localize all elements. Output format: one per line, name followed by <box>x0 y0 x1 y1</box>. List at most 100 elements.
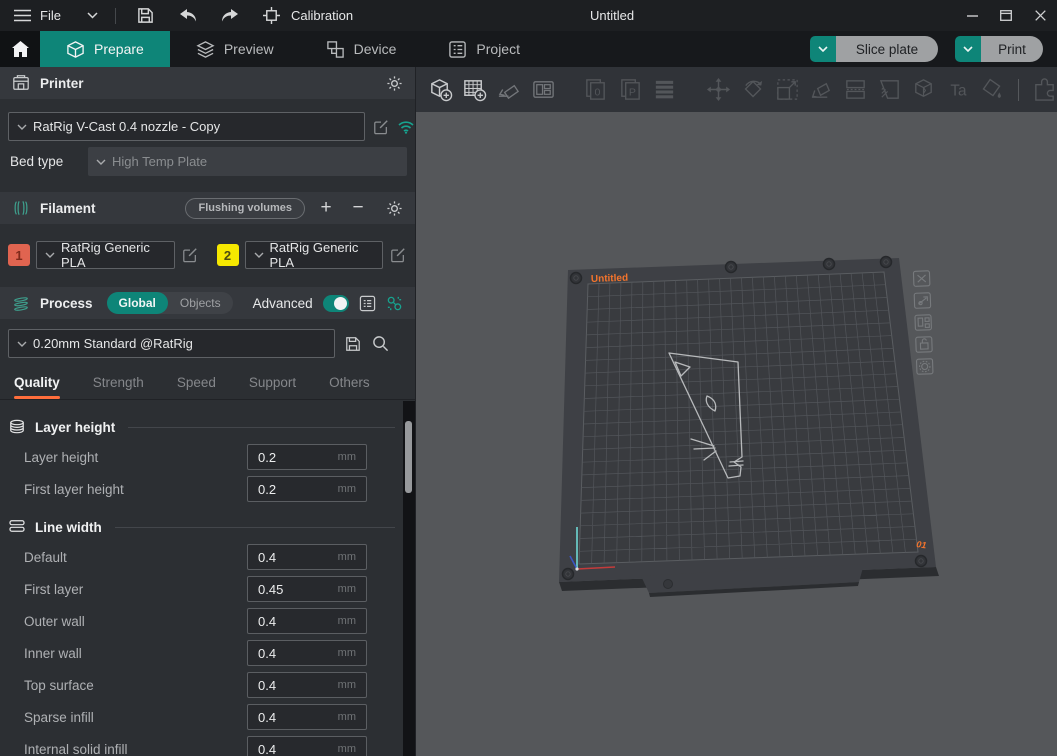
add-object-icon[interactable] <box>428 77 453 103</box>
maximize-button[interactable] <box>989 0 1023 31</box>
assembly-view-icon[interactable] <box>1032 77 1057 103</box>
split-to-parts-icon[interactable]: P <box>617 77 642 103</box>
printer-settings-gear-icon[interactable] <box>385 74 403 92</box>
printer-icon <box>12 74 30 92</box>
close-button[interactable] <box>1023 0 1057 31</box>
place-on-face-icon[interactable] <box>809 77 834 103</box>
minimize-button[interactable] <box>955 0 989 31</box>
redo-icon[interactable] <box>218 4 242 28</box>
scrollbar-thumb[interactable] <box>405 421 412 493</box>
edit-filament-2-icon[interactable] <box>389 246 407 264</box>
inner-wall-line-width-input[interactable]: 0.4mm <box>247 640 367 666</box>
orient-plate-icon[interactable] <box>914 293 931 309</box>
split-to-objects-icon[interactable]: 0 <box>583 77 608 103</box>
section-title: Line width <box>35 520 102 535</box>
advanced-label: Advanced <box>253 296 313 311</box>
home-button[interactable] <box>0 31 40 67</box>
tab-support[interactable]: Support <box>249 375 296 399</box>
save-icon[interactable] <box>134 4 158 28</box>
process-preset-dropdown[interactable]: 0.20mm Standard @RatRig <box>8 329 335 358</box>
advanced-toggle[interactable] <box>323 295 349 312</box>
add-plate-icon[interactable] <box>462 77 487 103</box>
plate-settings-gear-icon[interactable] <box>916 359 933 375</box>
bed-type-label: Bed type <box>8 154 76 169</box>
undo-icon[interactable] <box>176 4 200 28</box>
file-menu-chevron-icon[interactable] <box>81 4 105 28</box>
printer-preset-dropdown[interactable]: RatRig V-Cast 0.4 nozzle - Copy <box>8 112 365 141</box>
bed-type-dropdown[interactable]: High Temp Plate <box>88 147 407 176</box>
internal-solid-infill-line-width-input[interactable]: 0.4mm <box>247 736 367 756</box>
setting-row: Default 0.4mm <box>0 541 403 573</box>
paint-support-icon[interactable] <box>877 77 902 103</box>
tab-prepare[interactable]: Prepare <box>40 31 170 67</box>
search-settings-icon[interactable] <box>371 335 389 353</box>
settings-scrollbar[interactable] <box>403 401 415 756</box>
edit-filament-1-icon[interactable] <box>181 246 199 264</box>
process-icon <box>12 294 30 312</box>
first-layer-line-width-input[interactable]: 0.45mm <box>247 576 367 602</box>
filament-1-preset-dropdown[interactable]: RatRig Generic PLA <box>36 241 175 269</box>
filament-2-preset-value: RatRig Generic PLA <box>270 240 375 270</box>
filament-2-preset-dropdown[interactable]: RatRig Generic PLA <box>245 241 384 269</box>
file-menu[interactable]: File <box>40 8 61 23</box>
slice-plate-button[interactable]: Slice plate <box>836 36 938 62</box>
tab-preview[interactable]: Preview <box>170 31 300 67</box>
edit-printer-preset-icon[interactable] <box>373 118 389 136</box>
move-icon[interactable] <box>706 77 731 103</box>
parameter-search-icon[interactable] <box>386 294 403 312</box>
tab-others[interactable]: Others <box>329 375 370 399</box>
print-button[interactable]: Print <box>981 36 1043 62</box>
auto-orient-icon[interactable] <box>496 77 521 103</box>
filament-1-badge[interactable]: 1 <box>8 244 30 266</box>
titlebar: File Calibration Untitled <box>0 0 1057 31</box>
outer-wall-line-width-input[interactable]: 0.4mm <box>247 608 367 634</box>
printer-connection-wifi-icon[interactable] <box>397 118 415 136</box>
color-paint-icon[interactable] <box>980 77 1005 103</box>
tab-quality[interactable]: Quality <box>14 375 60 399</box>
tab-speed[interactable]: Speed <box>177 375 216 399</box>
plate-name-label[interactable]: Untitled <box>591 273 629 285</box>
variable-layer-height-icon[interactable] <box>652 77 677 103</box>
device-icon <box>326 40 345 59</box>
setting-row: First layer 0.45mm <box>0 573 403 605</box>
viewport-3d[interactable]: Untitled 01 <box>415 112 1057 756</box>
scope-global-option[interactable]: Global <box>107 292 168 314</box>
setting-row: Internal solid infill 0.4mm <box>0 733 403 756</box>
tab-project[interactable]: Project <box>422 31 546 67</box>
tab-device[interactable]: Device <box>300 31 423 67</box>
menu-hamburger-icon[interactable] <box>10 4 34 28</box>
scope-objects-option[interactable]: Objects <box>168 292 233 314</box>
tab-strength[interactable]: Strength <box>93 375 144 399</box>
options-list-icon[interactable] <box>359 294 376 312</box>
calibration-menu[interactable]: Calibration <box>291 8 353 23</box>
line-width-section-header: Line width <box>0 509 403 541</box>
save-preset-icon[interactable] <box>344 335 362 353</box>
titlebar-divider <box>115 8 116 24</box>
first-layer-height-input[interactable]: 0.2mm <box>247 476 367 502</box>
top-surface-line-width-input[interactable]: 0.4mm <box>247 672 367 698</box>
remove-filament-button[interactable]: − <box>347 197 369 219</box>
delete-plate-icon[interactable] <box>913 271 930 287</box>
flushing-volumes-button[interactable]: Flushing volumes <box>185 198 305 219</box>
arrange-plate-icon[interactable] <box>915 315 932 331</box>
default-line-width-input[interactable]: 0.4mm <box>247 544 367 570</box>
scale-icon[interactable] <box>775 77 800 103</box>
calibration-icon[interactable] <box>260 4 284 28</box>
rotate-icon[interactable] <box>741 77 766 103</box>
setting-row: Outer wall 0.4mm <box>0 605 403 637</box>
filament-2-badge[interactable]: 2 <box>217 244 239 266</box>
print-options-dropdown[interactable] <box>955 36 981 62</box>
lock-plate-icon[interactable] <box>916 337 933 353</box>
layer-height-input[interactable]: 0.2mm <box>247 444 367 470</box>
cut-icon[interactable] <box>843 77 868 103</box>
printer-preset-value: RatRig V-Cast 0.4 nozzle - Copy <box>33 119 220 134</box>
arrange-icon[interactable] <box>530 77 555 103</box>
sparse-infill-line-width-input[interactable]: 0.4mm <box>247 704 367 730</box>
add-filament-button[interactable]: + <box>315 197 337 219</box>
slice-options-dropdown[interactable] <box>810 36 836 62</box>
add-text-icon[interactable]: Ta <box>945 77 970 103</box>
slice-plate-combo: Slice plate <box>810 36 938 62</box>
filament-settings-gear-icon[interactable] <box>385 199 403 217</box>
chevron-down-icon <box>17 124 27 130</box>
mesh-boolean-icon[interactable] <box>911 77 936 103</box>
